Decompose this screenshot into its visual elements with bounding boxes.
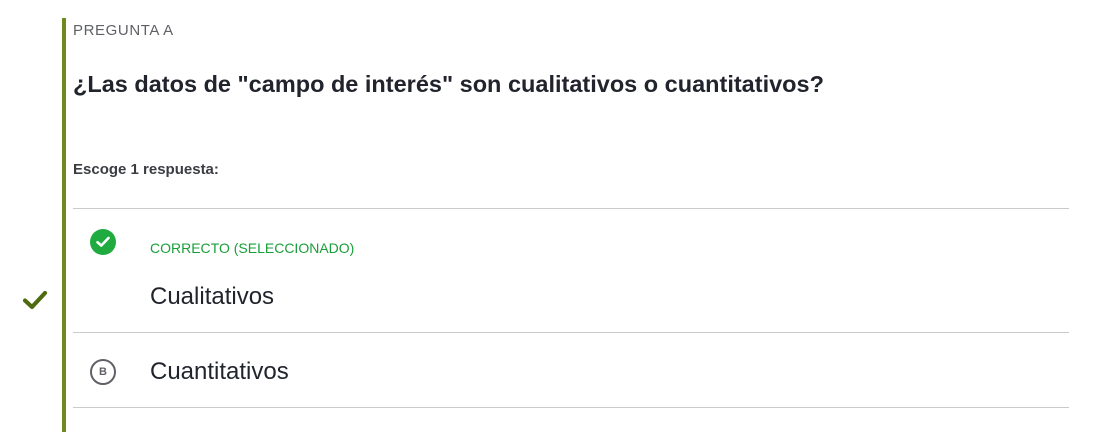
question-card: PREGUNTA A ¿Las datos de "campo de inter… bbox=[0, 0, 1110, 432]
option-text: Cuantitativos bbox=[150, 358, 289, 385]
divider bbox=[73, 407, 1069, 408]
option-letter-icon: B bbox=[90, 359, 116, 385]
divider bbox=[73, 208, 1069, 209]
question-accent-bar bbox=[62, 18, 66, 432]
question-title: ¿Las datos de "campo de interés" son cua… bbox=[73, 71, 824, 97]
option-text: Cualitativos bbox=[150, 283, 275, 310]
question-label: PREGUNTA A bbox=[73, 22, 174, 39]
answer-instruction: Escoge 1 respuesta: bbox=[73, 161, 219, 178]
check-circle-icon bbox=[90, 229, 116, 255]
correct-check-icon bbox=[22, 289, 48, 316]
divider bbox=[73, 332, 1069, 333]
option-status: CORRECTO (SELECCIONADO) bbox=[150, 240, 355, 256]
